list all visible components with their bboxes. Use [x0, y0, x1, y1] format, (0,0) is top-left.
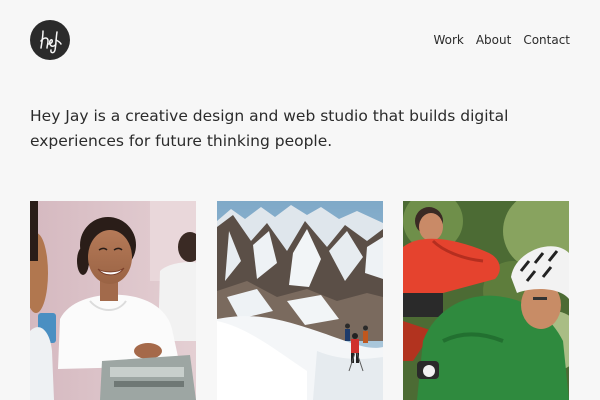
hey-jay-monogram-icon: [40, 30, 62, 54]
portfolio-tile-1[interactable]: [30, 201, 196, 400]
logo[interactable]: [30, 20, 70, 60]
portfolio-tile-2[interactable]: [217, 201, 383, 400]
portfolio-tile-3[interactable]: [403, 201, 569, 400]
main-nav: Work About Contact: [433, 32, 570, 48]
nav-link-contact[interactable]: Contact: [523, 32, 570, 48]
nav-link-work[interactable]: Work: [433, 32, 463, 48]
mountain-climbers-photo: [217, 201, 383, 400]
intro-statement: Hey Jay is a creative design and web stu…: [30, 107, 509, 150]
smiling-student-photo: [30, 201, 196, 400]
page: Work About Contact Hey Jay is a creative…: [0, 0, 600, 400]
mountain-bikers-photo: [403, 201, 569, 400]
nav-link-about[interactable]: About: [476, 32, 511, 48]
